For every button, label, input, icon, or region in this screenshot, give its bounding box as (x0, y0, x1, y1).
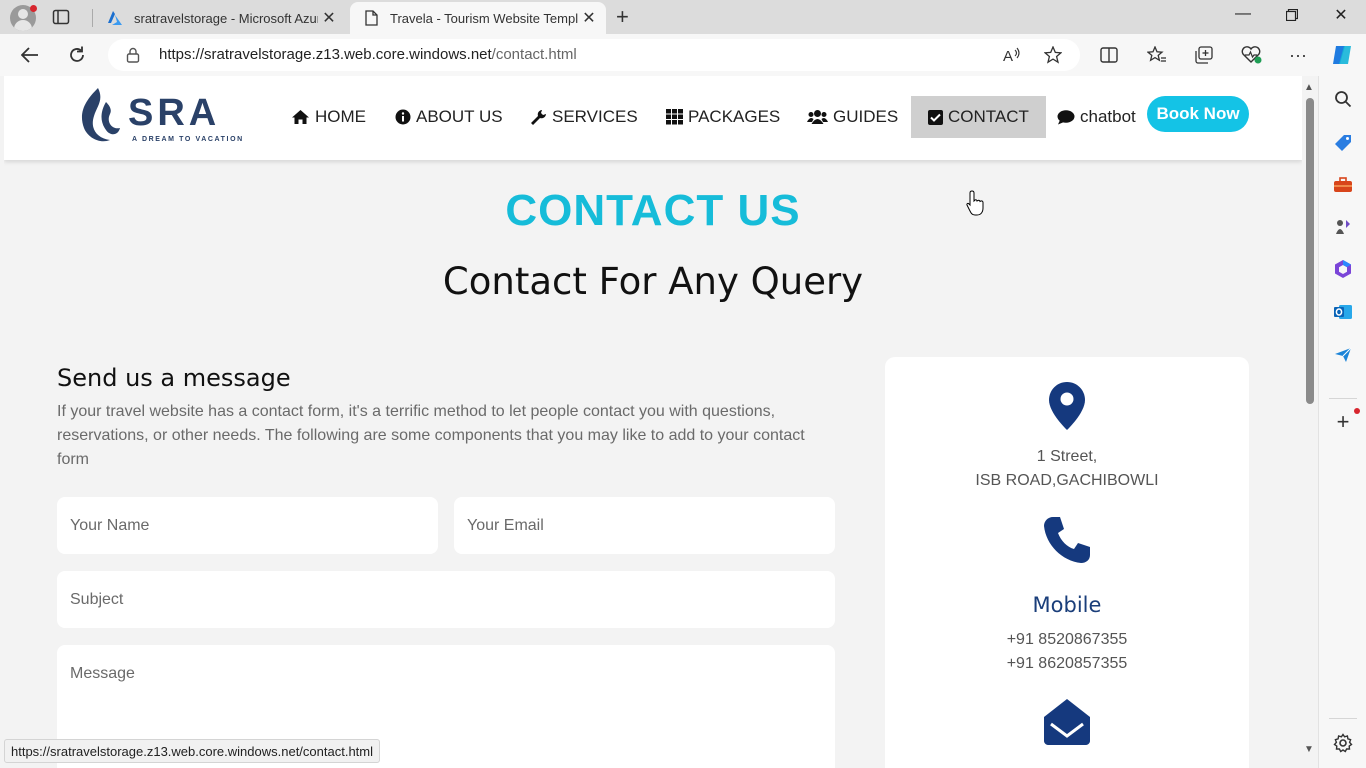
refresh-icon[interactable] (64, 42, 90, 68)
page-scrollbar[interactable]: ▲ ▼ (1302, 76, 1318, 768)
users-icon (807, 110, 828, 124)
tab-title: sratravelstorage - Microsoft Azur (134, 10, 318, 26)
browser-toolbar: https://sratravelstorage.z13.web.core.wi… (0, 34, 1366, 76)
nav-guides[interactable]: GUIDES (807, 96, 898, 138)
browser-essentials-icon[interactable] (1239, 43, 1263, 67)
logo-text: SRA (128, 92, 221, 134)
browser-sidebar: + (1318, 76, 1366, 768)
form-intro-text: If your travel website has a contact for… (57, 403, 805, 468)
grid-icon (666, 109, 683, 125)
address-line-2: ISB ROAD,GACHIBOWLI (975, 472, 1159, 489)
home-icon (292, 110, 309, 124)
scroll-thumb[interactable] (1306, 98, 1314, 404)
add-sidebar-app-icon[interactable]: + (1332, 409, 1354, 434)
new-tab-icon[interactable]: + (616, 4, 629, 30)
browser-tab-strip: sratravelstorage - Microsoft Azur ✕ Trav… (0, 0, 1366, 34)
name-field[interactable]: Your Name (57, 497, 438, 554)
restore-icon[interactable] (1268, 5, 1316, 26)
comment-icon (1057, 109, 1075, 124)
close-window-icon[interactable]: ✕ (1317, 5, 1365, 25)
mobile-heading: Mobile (1032, 593, 1102, 617)
toolbox-icon[interactable] (1332, 174, 1354, 196)
url-text: https://sratravelstorage.z13.web.core.wi… (159, 46, 577, 63)
page-icon (362, 9, 380, 27)
browser-tab-azure[interactable]: sratravelstorage - Microsoft Azur ✕ (94, 2, 346, 34)
nav-about-us[interactable]: ABOUT US (395, 96, 503, 138)
svg-text:A: A (1003, 48, 1013, 63)
check-square-icon (928, 109, 943, 125)
flame-logo-icon (81, 88, 120, 142)
shopping-tag-icon[interactable] (1332, 132, 1354, 154)
site-logo[interactable]: SRA A DREAM TO VACATION (76, 86, 242, 148)
email-field[interactable]: Your Email (454, 497, 835, 554)
status-bar-url: https://sratravelstorage.z13.web.core.wi… (4, 739, 381, 763)
nav-services[interactable]: SERVICES (530, 96, 638, 138)
azure-icon (106, 9, 124, 27)
back-icon[interactable] (17, 42, 43, 68)
scroll-down-arrow-icon[interactable]: ▼ (1304, 744, 1314, 755)
favorite-star-icon[interactable] (1041, 43, 1065, 67)
send-icon[interactable] (1332, 344, 1354, 366)
nav-chatbot[interactable]: chatbot (1057, 96, 1136, 138)
subject-field[interactable]: Subject (57, 571, 835, 628)
games-icon[interactable] (1332, 216, 1354, 238)
close-tab-icon[interactable]: ✕ (318, 8, 340, 28)
page-title: CONTACT US (505, 186, 801, 235)
contact-info-card: 1 Street, ISB ROAD,GACHIBOWLI Mobile +91… (885, 357, 1249, 768)
outlook-icon[interactable] (1332, 301, 1354, 323)
phone-icon (1044, 517, 1090, 563)
address-line-1: 1 Street, (1036, 448, 1098, 465)
collections-icon[interactable] (1192, 43, 1216, 67)
notification-dot (30, 5, 37, 12)
logo-tagline: A DREAM TO VACATION (132, 136, 244, 143)
settings-gear-icon[interactable] (1332, 732, 1354, 754)
scroll-up-arrow-icon[interactable]: ▲ (1304, 82, 1314, 93)
lock-icon[interactable] (126, 47, 140, 68)
hand-cursor-icon (966, 190, 984, 216)
phone-number-1: +91 8520867355 (1006, 631, 1128, 648)
sidebar-notification-dot (1354, 408, 1360, 414)
more-options-icon[interactable]: ··· (1286, 43, 1310, 67)
nav-home[interactable]: HOME (291, 96, 366, 138)
info-icon (395, 109, 411, 125)
phone-number-2: +91 8620857355 (1006, 655, 1128, 672)
address-bar[interactable]: https://sratravelstorage.z13.web.core.wi… (108, 39, 1080, 71)
nav-packages[interactable]: PACKAGES (666, 96, 780, 138)
nav-contact[interactable]: CONTACT (911, 96, 1046, 138)
envelope-open-icon (1044, 699, 1090, 745)
tab-title: Travela - Tourism Website Templa (390, 10, 578, 26)
copilot-icon[interactable] (1330, 43, 1354, 67)
favorites-icon[interactable] (1145, 43, 1169, 67)
wrench-icon (531, 109, 546, 125)
close-tab-icon[interactable]: ✕ (578, 8, 600, 28)
tab-actions-icon[interactable] (52, 8, 74, 28)
browser-tab-travela[interactable]: Travela - Tourism Website Templa ✕ (350, 2, 606, 34)
split-screen-icon[interactable] (1097, 43, 1121, 67)
page-subtitle: Contact For Any Query (442, 260, 864, 303)
read-aloud-icon[interactable]: A (1000, 43, 1024, 67)
search-icon[interactable] (1332, 88, 1354, 110)
minimize-icon[interactable]: — (1219, 5, 1267, 23)
form-heading: Send us a message (57, 364, 291, 392)
microsoft-365-icon[interactable] (1332, 258, 1354, 280)
book-now-button[interactable]: Book Now (1147, 96, 1249, 132)
site-navbar: SRA A DREAM TO VACATION HOME ABOUT US SE… (4, 76, 1302, 160)
map-pin-icon (1049, 382, 1085, 430)
page-viewport: SRA A DREAM TO VACATION HOME ABOUT US SE… (4, 76, 1302, 768)
